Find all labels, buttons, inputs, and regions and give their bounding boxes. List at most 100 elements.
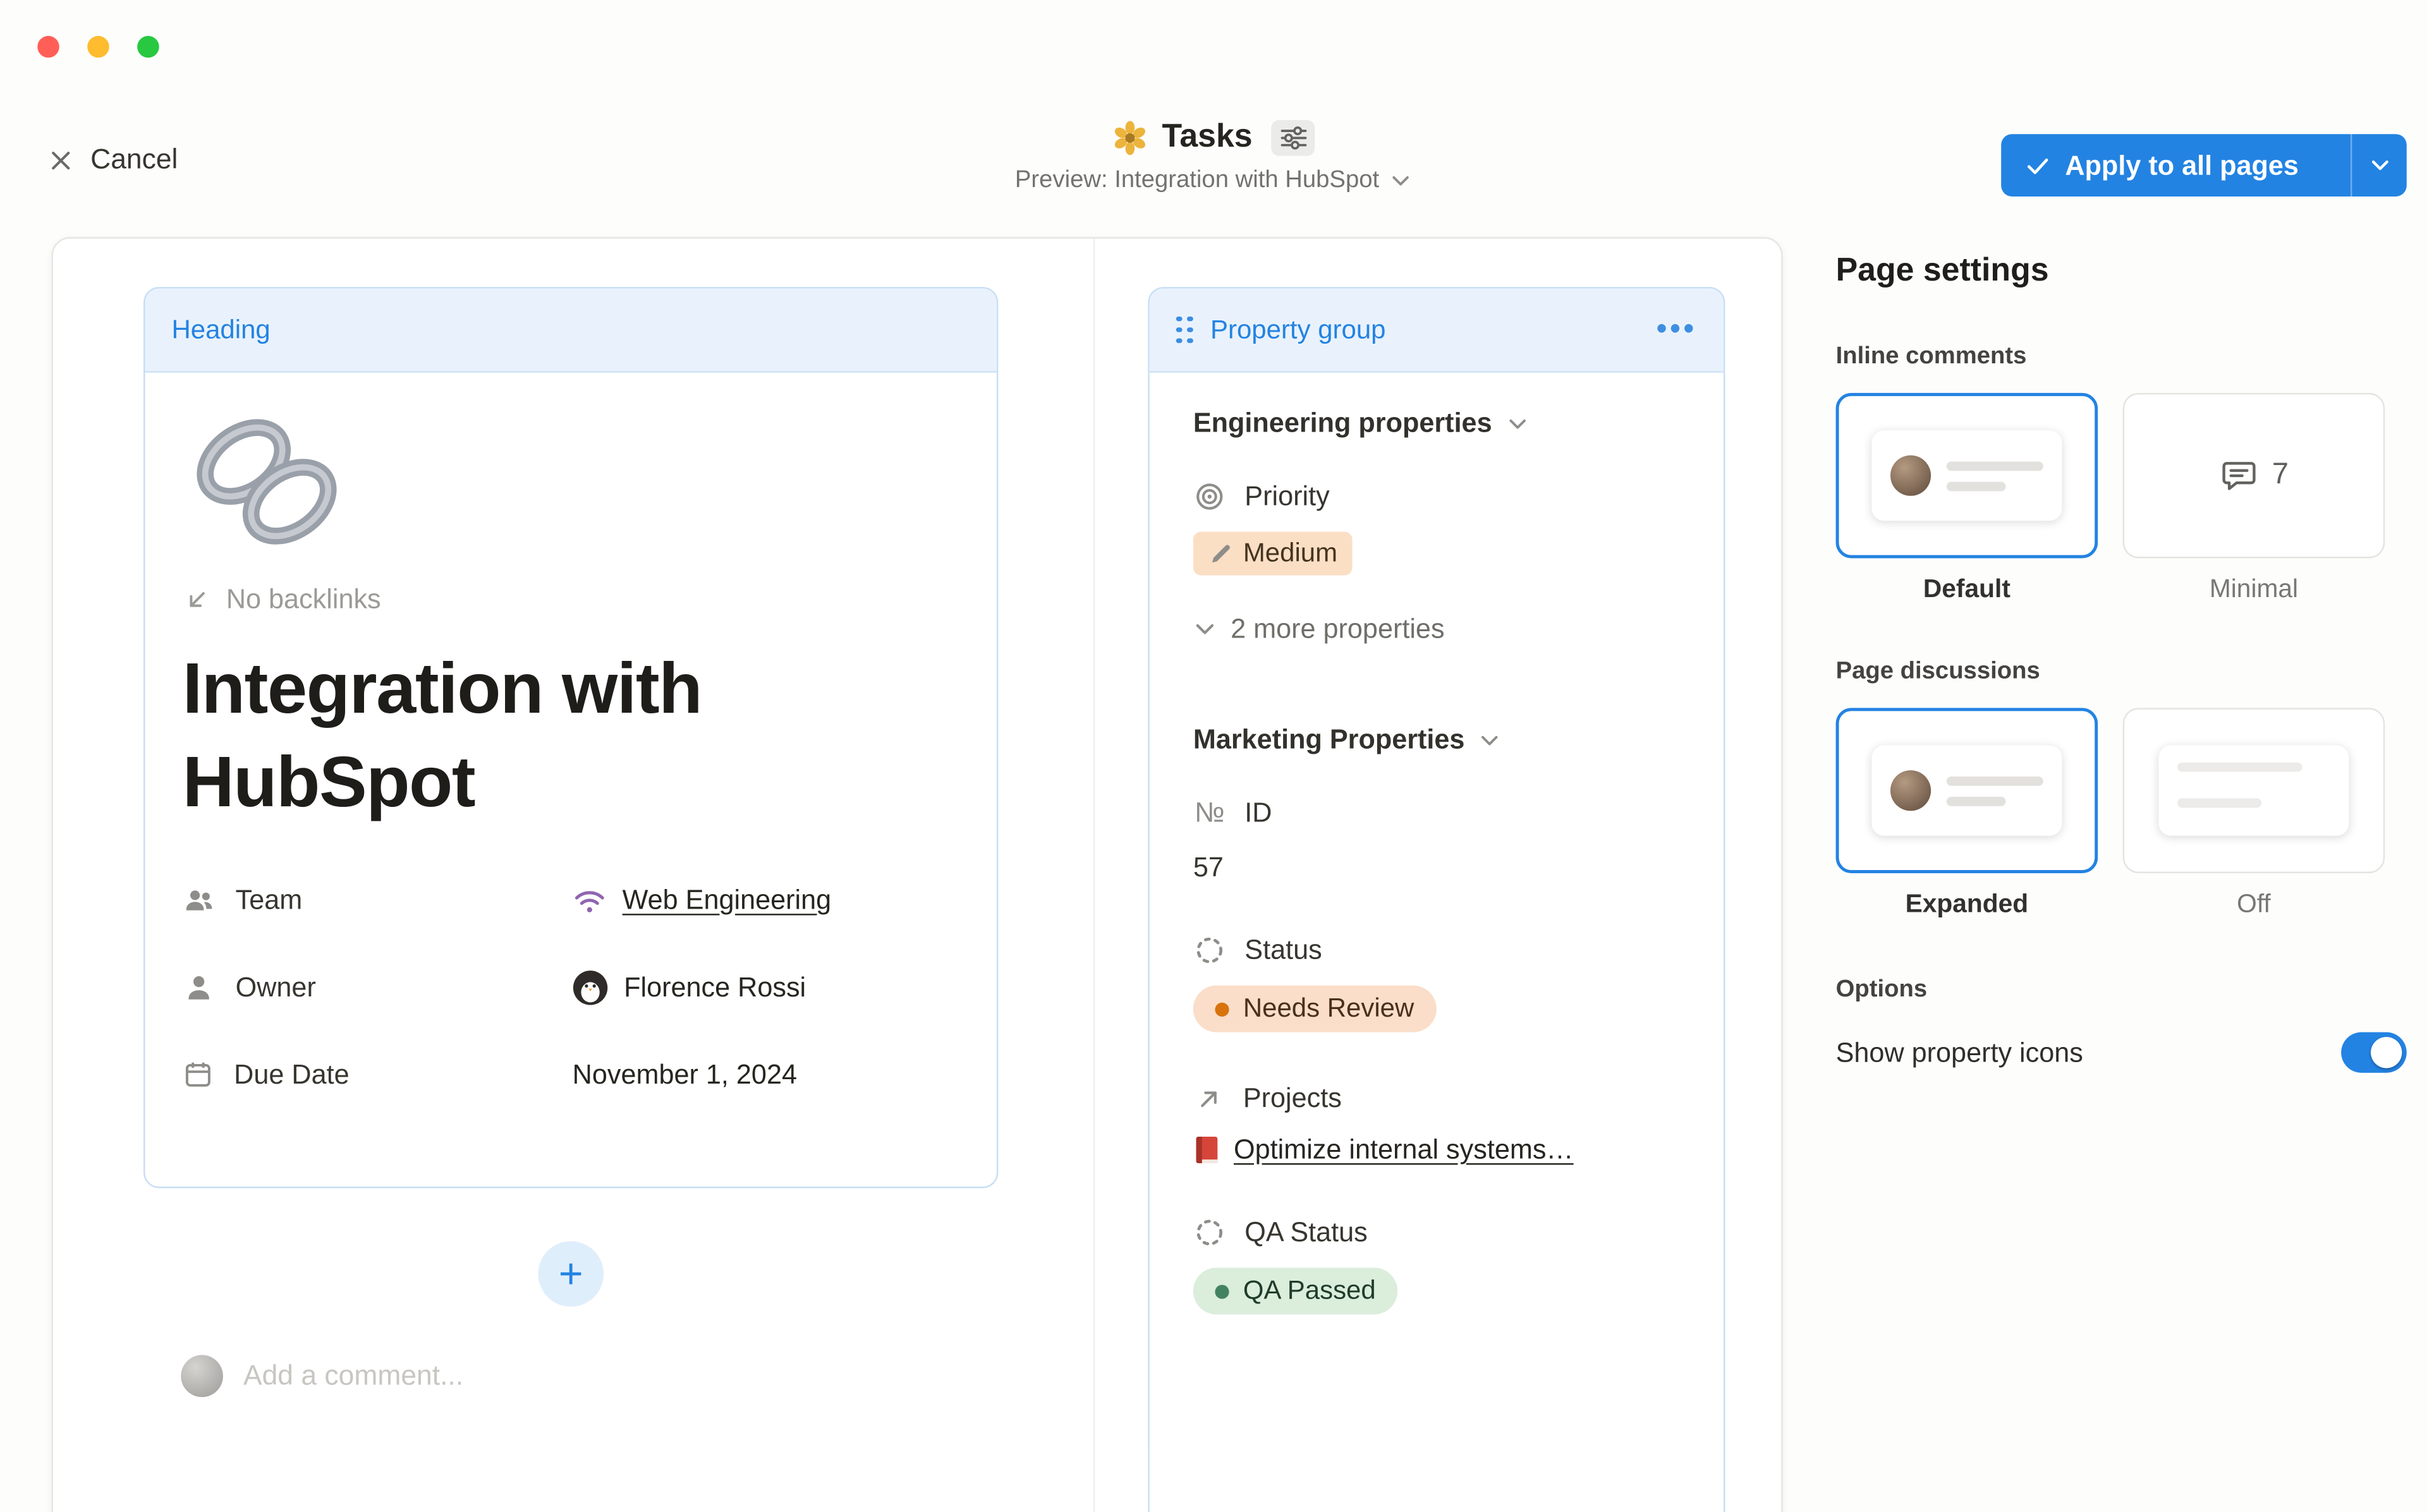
preview-property-row-due-date[interactable]: Due Date November 1, 2024 <box>183 1031 959 1118</box>
bubble-count-preview: 7 <box>2219 456 2289 495</box>
page-settings-panel: Page settings Inline comments 7 Default … <box>1836 253 2407 1073</box>
show-property-icons-toggle[interactable] <box>2341 1032 2407 1073</box>
pill-label: Needs Review <box>1243 993 1414 1024</box>
check-icon <box>2024 152 2051 179</box>
priority-value-tag[interactable]: Medium <box>1193 532 1353 576</box>
calendar-icon <box>183 1059 214 1090</box>
status-dot <box>1215 1002 1229 1016</box>
avatar <box>1890 770 1931 811</box>
section-label-options: Options <box>1836 976 2407 1004</box>
show-property-icons-row: Show property icons <box>1836 1032 2407 1073</box>
status-spinner-icon <box>1193 934 1226 967</box>
property-row-qa-status[interactable]: QA Status <box>1193 1216 1680 1249</box>
property-label: Owner <box>236 971 316 1003</box>
add-block-button[interactable]: + <box>538 1241 604 1307</box>
group-header-marketing[interactable]: Marketing Properties <box>1193 723 1680 756</box>
property-group-label: Property group <box>1210 314 1386 345</box>
projects-relation-link[interactable]: Optimize internal systems… <box>1193 1134 1680 1166</box>
panel-title: Page settings <box>1836 253 2407 290</box>
page-properties: Team Web Engineering Owner <box>183 856 959 1118</box>
document-title: Tasks <box>1162 119 1253 156</box>
toggle-knob <box>2371 1037 2402 1068</box>
user-avatar <box>181 1355 223 1398</box>
chevron-down-icon <box>1193 617 1217 641</box>
chain-links-icon <box>183 407 351 557</box>
heading-block-header[interactable]: Heading <box>145 289 997 373</box>
property-label: Team <box>236 883 303 916</box>
wifi-icon <box>573 885 607 914</box>
chevron-down-icon <box>2368 154 2390 176</box>
property-value: Web Engineering <box>623 883 832 916</box>
toggle-label: Show property icons <box>1836 1036 2083 1069</box>
property-row-id[interactable]: № ID <box>1193 797 1680 830</box>
more-properties-label: 2 more properties <box>1231 613 1444 646</box>
customize-page-window: Cancel Tasks <box>0 0 2427 1512</box>
minimize-window-button[interactable] <box>87 36 109 58</box>
property-row-status[interactable]: Status <box>1193 934 1680 967</box>
preview-property-row-team[interactable]: Team Web Engineering <box>183 856 959 943</box>
option-label-default: Default <box>1836 576 2098 605</box>
apply-to-all-pages-button[interactable]: Apply to all pages <box>2001 134 2407 197</box>
flower-icon <box>1112 119 1148 155</box>
status-dot <box>1215 1284 1229 1298</box>
group-name: Engineering properties <box>1193 407 1492 440</box>
group-header-engineering[interactable]: Engineering properties <box>1193 407 1680 440</box>
preview-property-row-owner[interactable]: Owner Florence Rossi <box>183 943 959 1031</box>
property-label: Status <box>1244 934 1322 967</box>
page-discussions-option-off[interactable] <box>2123 708 2385 873</box>
heading-block[interactable]: Heading No backlinks Integration with Hu… <box>143 287 998 1188</box>
comment-bubble-icon <box>2219 456 2258 495</box>
person-icon <box>183 971 216 1003</box>
plain-lines-preview <box>2158 746 2349 836</box>
property-group-block[interactable]: Property group ••• Engineering propertie… <box>1148 287 1725 1512</box>
inline-comments-option-minimal[interactable]: 7 <box>2123 393 2385 559</box>
arrow-down-left-icon <box>183 584 212 614</box>
zoom-window-button[interactable] <box>137 36 159 58</box>
page-preview-canvas: Heading No backlinks Integration with Hu… <box>51 237 1782 1512</box>
preview-label: Preview: Integration with HubSpot <box>1015 167 1379 195</box>
avatar <box>1890 456 1931 496</box>
drag-handle-icon[interactable] <box>1176 316 1193 344</box>
chevron-down-icon <box>1506 413 1528 435</box>
comment-count: 7 <box>2272 459 2289 493</box>
option-label-off: Off <box>2123 890 2385 920</box>
apply-options-chevron[interactable] <box>2352 154 2406 176</box>
property-group-header[interactable]: Property group ••• <box>1150 289 1724 373</box>
preview-page-selector[interactable]: Preview: Integration with HubSpot <box>1015 167 1412 195</box>
more-options-button[interactable]: ••• <box>1657 313 1697 347</box>
tag-label: Medium <box>1243 538 1337 569</box>
property-label: Due Date <box>234 1058 349 1091</box>
group-name: Marketing Properties <box>1193 723 1465 756</box>
status-value-pill[interactable]: Needs Review <box>1193 986 1436 1032</box>
qa-status-value-pill[interactable]: QA Passed <box>1193 1267 1397 1314</box>
property-label: QA Status <box>1244 1216 1367 1249</box>
plus-icon: + <box>559 1250 583 1298</box>
layout-options-button[interactable] <box>1271 119 1315 155</box>
heading-block-label: Heading <box>171 314 270 345</box>
property-group-body: Engineering properties Priority Medium 2… <box>1150 373 1724 1349</box>
status-spinner-icon <box>1193 1216 1226 1249</box>
property-row-projects[interactable]: Projects <box>1193 1082 1680 1115</box>
window-controls <box>37 36 187 58</box>
chevron-down-icon <box>1479 729 1501 751</box>
heading-block-body: No backlinks Integration with HubSpot Te… <box>145 373 997 1118</box>
sliders-icon <box>1280 126 1306 149</box>
column-divider <box>1093 239 1095 1512</box>
pencil-icon <box>1209 542 1232 565</box>
property-label: Priority <box>1244 480 1329 513</box>
section-label-inline-comments: Inline comments <box>1836 343 2407 371</box>
more-properties-toggle[interactable]: 2 more properties <box>1193 613 1680 646</box>
backlinks-indicator[interactable]: No backlinks <box>183 583 959 616</box>
page-title: Integration with HubSpot <box>183 641 916 828</box>
close-window-button[interactable] <box>37 36 59 58</box>
numero-icon: № <box>1193 797 1226 830</box>
property-row-priority[interactable]: Priority <box>1193 480 1680 513</box>
inline-comments-option-default[interactable] <box>1836 393 2098 559</box>
add-comment-input[interactable]: Add a comment... <box>181 1355 463 1398</box>
id-value: 57 <box>1193 851 1680 884</box>
page-discussions-option-expanded[interactable] <box>1836 708 2098 873</box>
target-icon <box>1193 480 1226 513</box>
section-label-page-discussions: Page discussions <box>1836 658 2407 686</box>
apply-label: Apply to all pages <box>2065 149 2299 182</box>
property-value: November 1, 2024 <box>573 1058 797 1091</box>
